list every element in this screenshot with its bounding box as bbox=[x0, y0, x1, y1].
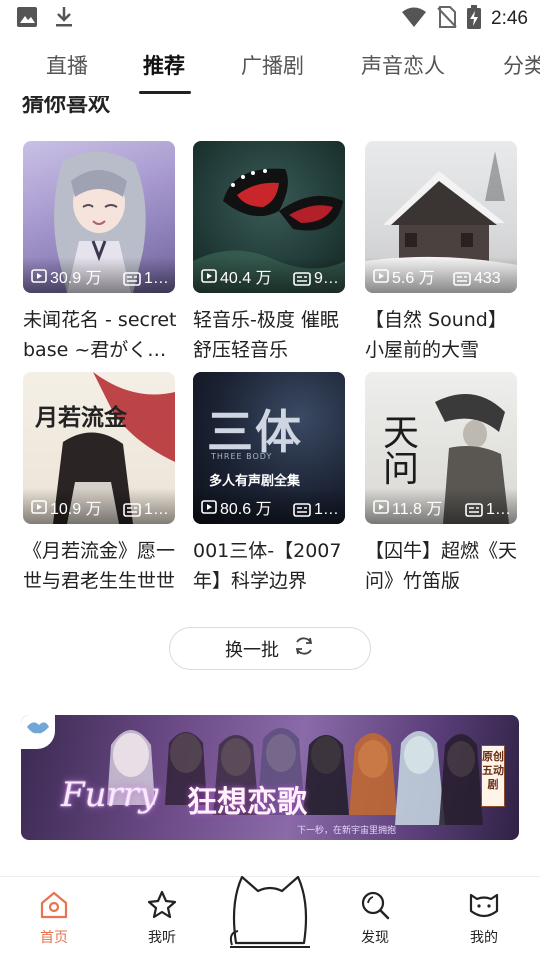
play-icon bbox=[373, 500, 389, 514]
promo-banner[interactable]: Furry 狂想恋歌 下一秒，在新宇宙里拥抱 原创五动剧 bbox=[21, 715, 519, 840]
banner-badge: 原创五动剧 bbox=[481, 745, 505, 807]
status-bar: 2:46 bbox=[0, 0, 540, 36]
discover-search-icon bbox=[361, 891, 390, 920]
image-icon bbox=[16, 6, 38, 32]
section-title: 猜你喜欢 bbox=[22, 96, 110, 114]
album-title: 001三体-【2007年】科学边界 bbox=[193, 540, 342, 592]
wifi-icon bbox=[401, 6, 427, 32]
play-count: 5.6 万 bbox=[373, 264, 435, 288]
play-count: 11.8 万 bbox=[373, 495, 442, 519]
no-sim-icon bbox=[437, 6, 457, 32]
play-icon bbox=[201, 500, 217, 514]
album-cover: 40.4 万 9… bbox=[193, 141, 345, 293]
nav-profile-label: 我的 bbox=[470, 930, 498, 946]
nav-profile[interactable]: 我的 bbox=[454, 889, 514, 947]
bottom-navigation: 首页 我听 发现 我的 bbox=[0, 875, 540, 960]
nav-home-label: 首页 bbox=[40, 930, 68, 946]
album-title: 【自然 Sound】小屋前的大雪 bbox=[365, 309, 507, 361]
cover-sub-text: THREE BODY bbox=[211, 452, 273, 461]
album-title: 《月若流金》愿一世与君老生生世世 bbox=[23, 540, 176, 592]
nav-listen-label: 我听 bbox=[148, 930, 176, 946]
tab-recommend[interactable]: 推荐 bbox=[143, 50, 185, 80]
active-tab-indicator bbox=[139, 91, 191, 94]
episodes-icon bbox=[123, 272, 141, 286]
album-cover: 30.9 万 1… bbox=[23, 141, 175, 293]
tab-live[interactable]: 直播 bbox=[46, 50, 88, 80]
play-count: 80.6 万 bbox=[201, 495, 272, 519]
album-cover: 三体 THREE BODY 多人有声剧全集 80.6 万 1… bbox=[193, 372, 345, 524]
tab-category[interactable]: 分类 bbox=[503, 50, 540, 80]
episodes-icon bbox=[453, 272, 471, 286]
nav-center-mascot[interactable] bbox=[228, 863, 312, 951]
refresh-label: 换一批 bbox=[225, 639, 279, 661]
cover-caption: 多人有声剧全集 bbox=[209, 474, 301, 489]
album-card[interactable]: 30.9 万 1… 未闻花名 - secret base ~君がくれたもの~ bbox=[23, 141, 177, 365]
episodes-icon bbox=[293, 503, 311, 517]
episodes-icon bbox=[293, 272, 311, 286]
album-card[interactable]: 三体 THREE BODY 多人有声剧全集 80.6 万 1… 001三体-【2… bbox=[193, 372, 347, 596]
album-title: 轻音乐-极度 催眠舒压轻音乐 bbox=[193, 309, 339, 361]
battery-charging-icon bbox=[467, 5, 482, 33]
clock-time: 2:46 bbox=[491, 8, 528, 29]
tab-voice-lover[interactable]: 声音恋人 bbox=[361, 50, 445, 80]
album-cover: 天问 11.8 万 1… bbox=[365, 372, 517, 524]
download-icon bbox=[54, 6, 74, 32]
play-icon bbox=[31, 500, 47, 514]
album-cover: 5.6 万 433 bbox=[365, 141, 517, 293]
tab-radio-drama[interactable]: 广播剧 bbox=[241, 50, 304, 80]
episode-count: 9… bbox=[293, 270, 339, 288]
play-count: 40.4 万 bbox=[201, 264, 272, 288]
cover-text: 天问 bbox=[383, 413, 420, 490]
play-icon bbox=[31, 269, 47, 283]
album-cover: 月若流金 10.9 万 1… bbox=[23, 372, 175, 524]
cat-face-icon bbox=[469, 893, 499, 918]
episode-count: 1… bbox=[123, 501, 169, 519]
home-icon bbox=[40, 891, 68, 919]
cover-text: 月若流金 bbox=[35, 404, 127, 431]
album-card[interactable]: 天问 11.8 万 1… 【囚牛】超燃《天问》竹笛版 bbox=[365, 372, 519, 596]
cat-mascot-icon bbox=[229, 875, 310, 948]
brand-logo-icon bbox=[21, 715, 55, 749]
nav-discover[interactable]: 发现 bbox=[345, 889, 405, 947]
section-title-text: 猜你喜欢 bbox=[22, 96, 111, 114]
episode-count: 1… bbox=[123, 270, 169, 288]
album-title: 【囚牛】超燃《天问》竹笛版 bbox=[365, 540, 518, 592]
play-icon bbox=[373, 269, 389, 283]
episodes-icon bbox=[123, 503, 141, 517]
nav-home[interactable]: 首页 bbox=[24, 889, 84, 947]
album-title: 未闻花名 - secret base ~君がくれたもの~ bbox=[23, 309, 177, 361]
episodes-icon bbox=[465, 503, 483, 517]
nav-discover-label: 发现 bbox=[361, 930, 389, 946]
banner-subtitle: 下一秒，在新宇宙里拥抱 bbox=[297, 826, 397, 836]
play-icon bbox=[201, 269, 217, 283]
banner-title-latin: Furry bbox=[61, 775, 159, 815]
play-count: 30.9 万 bbox=[31, 264, 102, 288]
refresh-batch-button[interactable]: 换一批 bbox=[169, 627, 371, 670]
play-count: 10.9 万 bbox=[31, 495, 102, 519]
episode-count: 1… bbox=[293, 501, 339, 519]
album-card[interactable]: 月若流金 10.9 万 1… 《月若流金》愿一世与君老生生世世 bbox=[23, 372, 177, 596]
album-card[interactable]: 5.6 万 433 【自然 Sound】小屋前的大雪 bbox=[365, 141, 519, 365]
refresh-icon bbox=[293, 635, 315, 662]
top-tab-bar: 直播 推荐 广播剧 声音恋人 分类 bbox=[0, 36, 540, 96]
nav-listen[interactable]: 我听 bbox=[132, 889, 192, 947]
banner-title-cn: 狂想恋歌 bbox=[187, 785, 307, 820]
episode-count: 1… bbox=[465, 501, 511, 519]
episode-count: 433 bbox=[453, 270, 501, 288]
album-card[interactable]: 40.4 万 9… 轻音乐-极度 催眠舒压轻音乐 bbox=[193, 141, 347, 365]
star-icon bbox=[147, 890, 177, 919]
